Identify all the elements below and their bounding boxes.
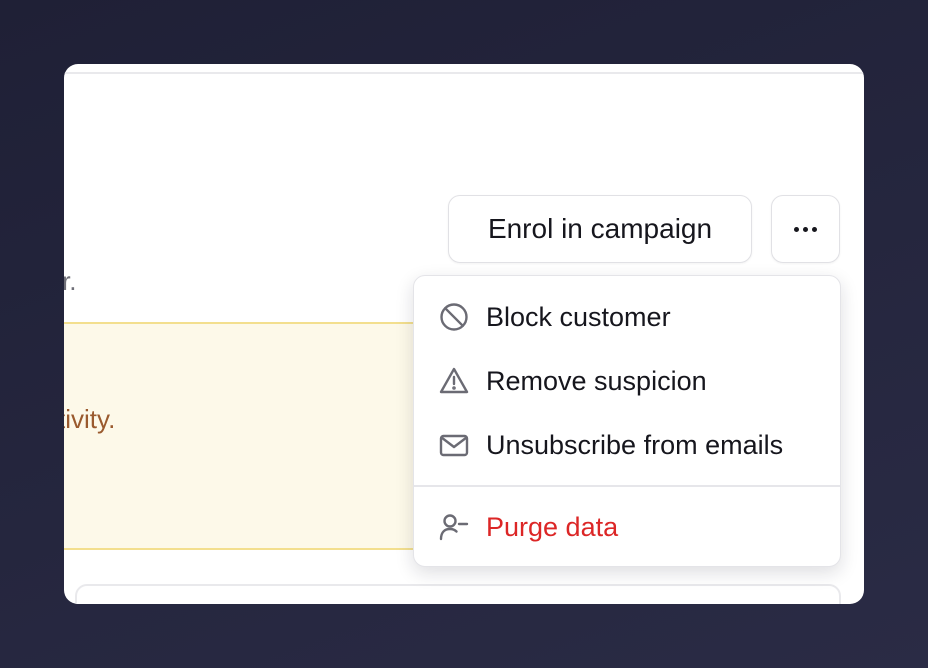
mail-icon bbox=[438, 429, 470, 461]
customer-card: r. tivity. Enrol in campaign Block custo… bbox=[64, 64, 864, 604]
actions-dropdown-menu: Block customer Remove suspicion Unsubscr… bbox=[413, 275, 841, 567]
more-actions-button[interactable] bbox=[771, 195, 840, 263]
menu-item-label: Remove suspicion bbox=[486, 365, 707, 396]
menu-item-block-customer[interactable]: Block customer bbox=[414, 285, 840, 349]
enrol-in-campaign-button[interactable]: Enrol in campaign bbox=[448, 195, 752, 263]
user-minus-icon bbox=[438, 511, 470, 543]
menu-item-label: Purge data bbox=[486, 511, 619, 542]
menu-item-remove-suspicion[interactable]: Remove suspicion bbox=[414, 349, 840, 413]
menu-item-label: Unsubscribe from emails bbox=[486, 429, 784, 460]
ban-icon bbox=[438, 301, 470, 333]
menu-item-unsubscribe-emails[interactable]: Unsubscribe from emails bbox=[414, 413, 840, 477]
menu-divider bbox=[414, 485, 840, 487]
top-divider bbox=[64, 72, 864, 74]
description-text: r. bbox=[64, 266, 77, 296]
lower-panel bbox=[75, 584, 841, 604]
more-horizontal-icon bbox=[794, 226, 817, 232]
alert-text: tivity. bbox=[64, 404, 116, 434]
menu-item-purge-data[interactable]: Purge data bbox=[414, 495, 840, 559]
suspicious-activity-banner: tivity. bbox=[64, 322, 424, 550]
menu-item-label: Block customer bbox=[486, 301, 671, 332]
warning-triangle-icon bbox=[438, 365, 470, 397]
enrol-button-label: Enrol in campaign bbox=[487, 213, 713, 244]
